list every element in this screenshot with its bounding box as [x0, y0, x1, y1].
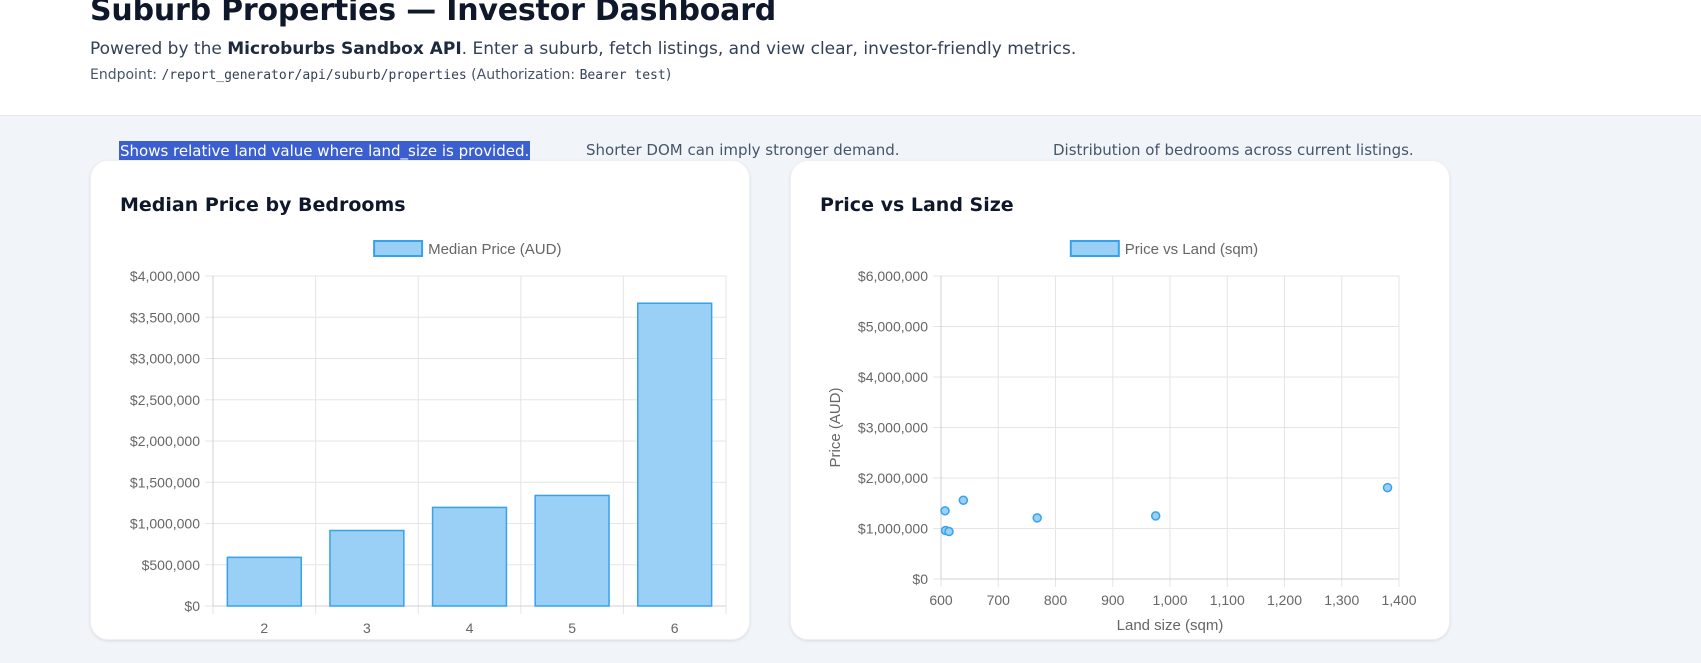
x-tick-label: 1,300: [1324, 592, 1359, 608]
dom-note: Shorter DOM can imply stronger demand.: [586, 141, 900, 159]
bar-bedrooms-2: [226, 556, 302, 607]
y-tick-label: $0: [184, 598, 200, 614]
page-header: Suburb Properties — Investor Dashboard P…: [0, 0, 1701, 116]
y-tick-label: $3,500,000: [130, 309, 200, 325]
price-vs-land-chart: $0 $1,000,000 $2,000,000 $3,000,000 $4,000,0…: [827, 240, 1417, 634]
scatter-point: [1032, 513, 1042, 523]
x-tick-label: 900: [1101, 592, 1125, 608]
y-tick-label: $2,000,000: [130, 433, 200, 449]
scatter-point: [940, 506, 950, 516]
y-tick-label: $5,000,000: [858, 319, 928, 335]
x-tick-label: 600: [929, 592, 953, 608]
y-tick-label: $4,000,000: [858, 369, 928, 385]
median-price-legend-swatch: [373, 240, 424, 257]
auth-value: Bearer test: [579, 68, 666, 83]
price-vs-land-card: Price vs Land Size $0 $1,000,000 $2,000,00…: [790, 160, 1450, 640]
endpoint-label: Endpoint:: [90, 67, 162, 83]
land-value-note: Shows relative land value where land_siz…: [119, 141, 531, 161]
y-tick-label: $2,500,000: [130, 392, 200, 408]
median-price-chart: $0 $500,000 $1,000,000 $1,500,000 $2,000,000…: [130, 240, 727, 636]
x-tick-label: 5: [568, 620, 576, 636]
bar-bedrooms-5: [534, 494, 610, 607]
y-tick-label: $6,000,000: [858, 268, 928, 284]
median-price-card: Median Price by Bedrooms $0 $500,000 $1,00…: [90, 160, 750, 640]
y-axis-title: Price (AUD): [827, 387, 844, 467]
x-tick-label: 1,100: [1210, 592, 1245, 608]
y-tick-label: $500,000: [142, 557, 201, 573]
auth-suffix: ): [665, 67, 672, 83]
x-tick-label: 1,200: [1267, 592, 1302, 608]
auth-prefix: (Authorization:: [466, 67, 580, 83]
price-vs-land-legend-label: Price vs Land (sqm): [1125, 241, 1258, 258]
bar-bedrooms-4: [431, 506, 508, 607]
scatter-point: [958, 495, 969, 505]
y-tick-label: $4,000,000: [130, 268, 200, 284]
x-tick-label: 800: [1044, 592, 1068, 608]
y-tick-label: $1,500,000: [130, 474, 200, 490]
x-tick-label: 700: [987, 592, 1011, 608]
x-tick-label: 2: [260, 620, 268, 636]
subtitle-suffix: . Enter a suburb, fetch listings, and vi…: [461, 39, 1077, 59]
y-tick-label: $1,000,000: [858, 521, 928, 537]
scatter-point: [1382, 482, 1393, 493]
y-tick-label: $3,000,000: [130, 351, 200, 367]
scatter-point: [944, 526, 954, 537]
bar-bedrooms-3: [329, 529, 405, 607]
api-name: Microburbs Sandbox API: [227, 39, 462, 59]
price-vs-land-legend-swatch: [1069, 240, 1120, 257]
endpoint-info: Endpoint: /report_generator/api/suburb/p…: [90, 67, 671, 83]
bar-bedrooms-6: [637, 302, 713, 607]
page-title: Suburb Properties — Investor Dashboard: [90, 0, 777, 28]
x-tick-label: 1,400: [1381, 592, 1416, 608]
endpoint-path: /report_generator/api/suburb/properties: [161, 68, 467, 83]
y-tick-label: $3,000,000: [858, 420, 928, 436]
x-tick-label: 1,000: [1152, 592, 1187, 608]
page-subtitle: Powered by the Microburbs Sandbox API. E…: [90, 39, 1076, 59]
x-tick-label: 3: [363, 620, 371, 636]
x-tick-label: 4: [466, 620, 474, 636]
y-tick-label: $1,000,000: [130, 516, 200, 532]
subtitle-prefix: Powered by the: [90, 39, 228, 59]
x-tick-label: 6: [671, 620, 679, 636]
median-price-legend-label: Median Price (AUD): [428, 241, 561, 258]
x-axis-title: Land size (sqm): [1117, 617, 1224, 634]
bedroom-distribution-note: Distribution of bedrooms across current …: [1053, 141, 1414, 159]
scatter-point: [1150, 511, 1161, 521]
y-tick-label: $0: [912, 571, 928, 587]
y-tick-label: $2,000,000: [858, 470, 928, 486]
